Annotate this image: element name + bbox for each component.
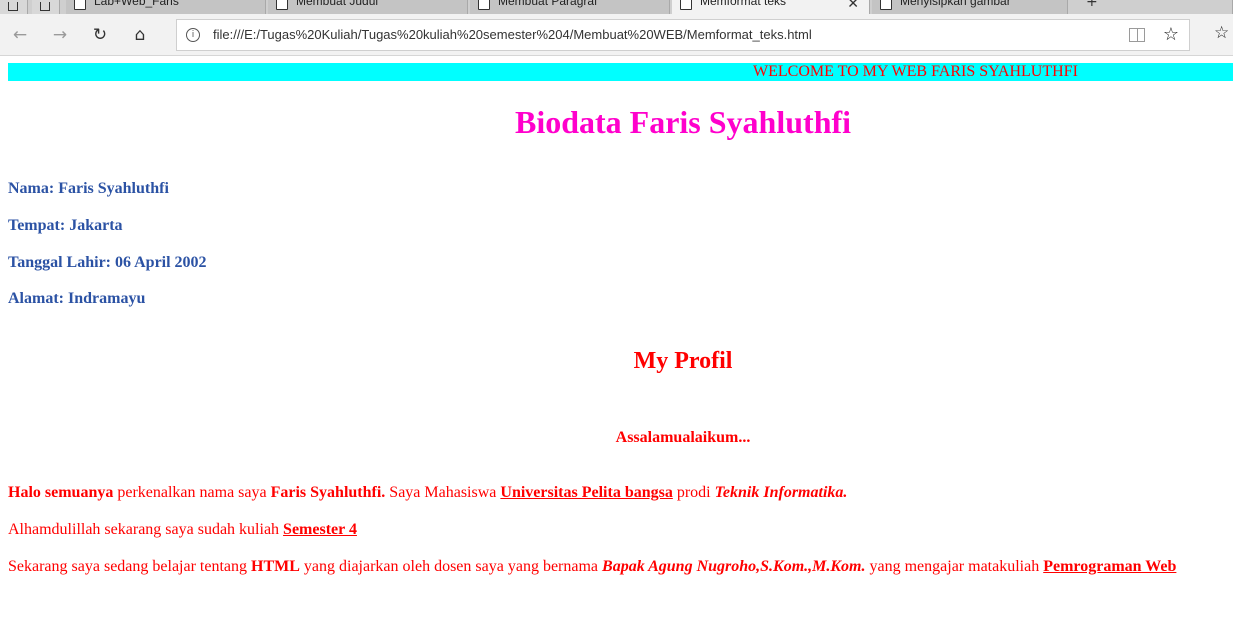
close-tab-icon[interactable]: ✕ [847,0,859,12]
tabs-icon [40,2,50,11]
arrow-left-icon: ← [12,25,28,45]
marquee-text: WELCOME TO MY WEB FARIS SYAHLUTHFI [753,63,1078,80]
text-plain: prodi [672,484,715,501]
greeting: Assalamualaikum... [615,429,751,446]
text-plain: yang mengajar matakuliah [865,558,1044,575]
marquee-banner: WELCOME TO MY WEB FARIS SYAHLUTHFI [8,63,1233,81]
text-bold-italic: Bapak Agung Nugroho,S.Kom.,M.Kom. [602,558,866,575]
bio-nama: Nama: Faris Syahluthfi [8,180,169,197]
paragraph-html: Sekarang saya sedang belajar tentang HTM… [8,557,1176,577]
window-menu-button[interactable] [0,0,28,14]
home-button[interactable]: ⌂ [126,21,154,49]
bio-tempat: Tempat: Jakarta [8,217,123,234]
text-bold: HTML [251,558,300,575]
tab-membuat-judul[interactable]: Membuat Judul [268,0,468,14]
paragraph-semester: Alhamdulillah sekarang saya sudah kuliah… [8,520,357,540]
tab-label: Membuat Judul [296,0,379,8]
tab-menyisipkan-gambar[interactable]: Menyisipkan gambar [872,0,1068,14]
back-button[interactable]: ← [6,21,34,49]
tab-label: Lab+Web_Faris [94,0,179,8]
link-universitas[interactable]: Universitas Pelita bangsa [500,484,672,501]
address-bar[interactable]: i file:///E:/Tugas%20Kuliah/Tugas%20kuli… [176,19,1190,51]
text-bold: Halo semuanya [8,484,114,501]
link-semester[interactable]: Semester 4 [283,521,357,538]
tab-lab-web[interactable]: Lab+Web_Faris [66,0,266,14]
forward-button[interactable]: → [46,21,74,49]
window-icon [8,2,18,11]
text-bold-italic: Teknik Informatika. [714,484,848,501]
favorite-star-icon[interactable]: ☆ [1163,24,1179,45]
page-icon [74,0,86,10]
page-icon [880,0,892,10]
tab-label: Memformat teks [700,0,787,8]
favorites-icon[interactable]: ☆ [1214,23,1229,43]
text-plain: Sekarang saya sedang belajar tentang [8,558,252,575]
bio-tanggal-lahir: Tanggal Lahir: 06 April 2002 [8,254,207,271]
tab-label: Membuat Paragraf [498,0,598,8]
add-tab-icon[interactable]: + [1086,0,1098,10]
page-icon [680,0,692,10]
tab-memformat-teks[interactable]: Memformat teks ✕ [672,0,870,14]
text-plain: yang diajarkan oleh dosen saya yang bern… [299,558,603,575]
home-icon: ⌂ [134,25,146,45]
info-icon[interactable]: i [186,28,200,42]
tab-membuat-paragraf[interactable]: Membuat Paragraf [470,0,670,14]
tab-strip: Lab+Web_Faris Membuat Judul Membuat Para… [0,0,1233,14]
text-plain: Alhamdulillah sekarang saya sudah kuliah [8,521,284,538]
new-tab-area[interactable]: + [1070,0,1233,14]
text-plain: perkenalkan nama saya [113,484,271,501]
arrow-right-icon: → [52,25,68,45]
bio-alamat: Alamat: Indramayu [8,290,146,307]
refresh-button[interactable]: ↻ [86,21,114,49]
tab-label: Menyisipkan gambar [900,0,1011,8]
profile-title: My Profil [633,348,733,374]
reading-view-icon[interactable] [1129,28,1145,42]
page-icon [478,0,490,10]
refresh-icon: ↻ [92,25,108,45]
page-title: Biodata Faris Syahluthfi [514,104,852,140]
tab-preview-button[interactable] [32,0,60,14]
navigation-bar: ← → ↻ ⌂ i file:///E:/Tugas%20Kuliah/Tuga… [0,14,1233,56]
link-pemrograman-web[interactable]: Pemrograman Web [1043,558,1176,575]
text-bold: Faris Syahluthfi. [270,484,386,501]
page-icon [276,0,288,10]
url-text[interactable]: file:///E:/Tugas%20Kuliah/Tugas%20kuliah… [213,27,812,42]
text-plain: Saya Mahasiswa [385,484,501,501]
page-content: WELCOME TO MY WEB FARIS SYAHLUTHFI Bioda… [0,57,1233,625]
paragraph-intro: Halo semuanya perkenalkan nama saya Fari… [8,483,847,503]
